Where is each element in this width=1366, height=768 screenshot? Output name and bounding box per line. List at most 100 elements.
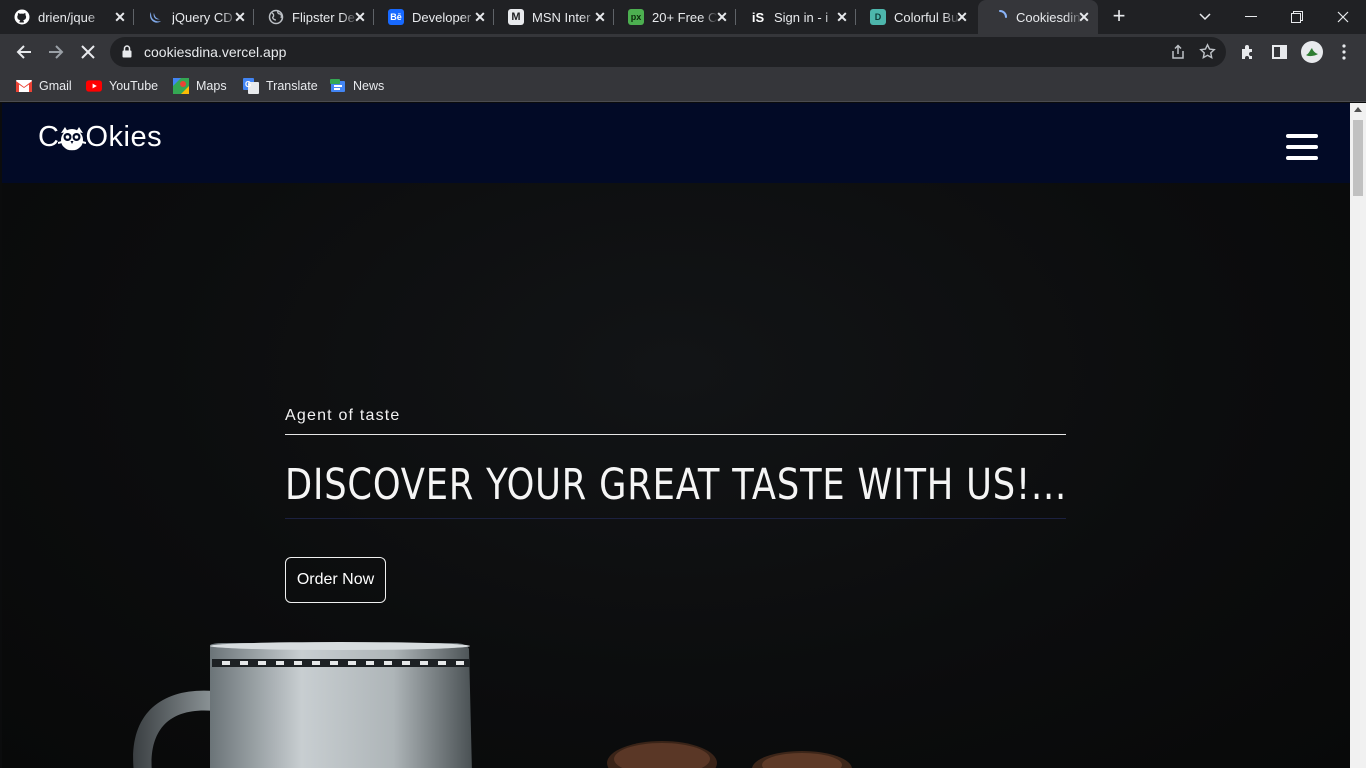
side-panel-icon (1271, 45, 1287, 59)
tab-colorful[interactable]: D Colorful Bu ✕ (856, 0, 976, 34)
chevron-down-icon (1199, 13, 1211, 21)
tab-cookiesdina[interactable]: Cookiesdin ✕ (978, 0, 1098, 34)
bookmark-news[interactable]: News (330, 76, 384, 96)
bookmark-youtube[interactable]: YouTube (86, 76, 158, 96)
minimize-icon (1245, 16, 1257, 17)
site-logo[interactable]: C Okies (38, 121, 162, 154)
tab-title: Sign in - i (774, 9, 829, 25)
bookmark-translate[interactable]: G Translate (243, 76, 318, 96)
extensions-button[interactable] (1234, 38, 1262, 66)
jquery-icon (148, 9, 164, 25)
tab-title: Colorful Bu (894, 9, 959, 25)
profile-button[interactable] (1298, 38, 1326, 66)
maps-icon (173, 78, 189, 94)
close-icon[interactable]: ✕ (472, 9, 488, 25)
minimize-button[interactable] (1228, 0, 1274, 34)
loading-icon (992, 9, 1008, 25)
bookmark-label: Maps (196, 79, 227, 93)
bookmark-gmail[interactable]: Gmail (16, 76, 72, 96)
bookmarks-bar: Gmail YouTube Maps G Translate News (0, 70, 1366, 102)
translate-icon: G (243, 78, 259, 94)
kebab-menu-icon (1342, 44, 1346, 60)
site-header: C Okies (2, 103, 1350, 183)
logo-prefix: C (38, 121, 60, 153)
window-close-button[interactable] (1320, 0, 1366, 34)
restore-button[interactable] (1274, 0, 1320, 34)
restore-icon (1291, 11, 1303, 23)
tab-msn[interactable]: M MSN Inter ✕ (494, 0, 614, 34)
bookmark-label: YouTube (109, 79, 159, 93)
logo-suffix: Okies (85, 121, 163, 153)
tab-title: Flipster De (292, 9, 355, 25)
puzzle-icon (1242, 45, 1252, 59)
stop-button[interactable] (74, 38, 102, 66)
stop-icon (81, 45, 95, 59)
tab-jquery[interactable]: jQuery CD ✕ (134, 0, 254, 34)
tab-title: Developer (412, 9, 472, 25)
close-icon[interactable]: ✕ (954, 9, 970, 25)
close-icon[interactable]: ✕ (232, 9, 248, 25)
tab-behance[interactable]: Bē Developer ✕ (374, 0, 494, 34)
close-icon[interactable]: ✕ (592, 9, 608, 25)
close-icon[interactable]: ✕ (352, 9, 368, 25)
tab-title: MSN Inter (532, 9, 591, 25)
divider (285, 434, 1066, 435)
gmail-icon (16, 78, 32, 94)
tab-search-button[interactable] (1182, 0, 1228, 34)
tab-title: drien/jque (38, 9, 96, 25)
close-icon[interactable]: ✕ (834, 9, 850, 25)
tab-px[interactable]: px 20+ Free C ✕ (614, 0, 736, 34)
hamburger-menu-icon[interactable] (1286, 134, 1318, 160)
bookmark-label: Translate (266, 79, 318, 93)
coffee-mug-image (133, 642, 472, 768)
px-icon: px (628, 9, 644, 25)
url-text[interactable]: cookiesdina.vercel.app (144, 44, 286, 60)
page-scrollbar[interactable] (1350, 103, 1366, 768)
arrow-left-icon (16, 45, 31, 59)
cookies-image (607, 741, 852, 768)
star-icon[interactable] (1199, 43, 1216, 65)
msn-icon: M (508, 9, 524, 25)
d-icon: D (870, 9, 886, 25)
page-viewport: C Okies Agent of taste DISCOVER YOUR GRE… (2, 103, 1350, 768)
address-bar[interactable]: cookiesdina.vercel.app (110, 37, 1226, 67)
browser-toolbar: cookiesdina.vercel.app (0, 34, 1366, 70)
bookmark-maps[interactable]: Maps (173, 76, 227, 96)
behance-icon: Bē (388, 9, 404, 25)
scroll-up-arrow-icon[interactable] (1354, 107, 1362, 112)
news-icon (330, 78, 346, 94)
owl-icon (58, 123, 87, 153)
hero-kicker: Agent of taste (285, 407, 401, 424)
close-icon (1337, 11, 1349, 23)
lock-icon[interactable] (122, 45, 132, 63)
svg-text:G: G (245, 80, 251, 89)
forward-button[interactable] (42, 38, 70, 66)
tab-flipster[interactable]: Flipster De ✕ (254, 0, 374, 34)
scrollbar-thumb[interactable] (1353, 120, 1363, 196)
tab-title: Cookiesdin (1016, 9, 1081, 25)
avatar (1301, 41, 1323, 63)
new-tab-button[interactable]: + (1106, 5, 1132, 29)
tab-title: jQuery CD (172, 9, 233, 25)
tab-signin[interactable]: iS Sign in - i ✕ (736, 0, 856, 34)
arrow-right-icon (49, 45, 64, 59)
order-now-button[interactable]: Order Now (285, 557, 386, 603)
bookmark-label: Gmail (39, 79, 72, 93)
share-icon[interactable] (1170, 44, 1186, 65)
divider (285, 518, 1066, 519)
close-icon[interactable]: ✕ (714, 9, 730, 25)
hero-section: Agent of taste DISCOVER YOUR GREAT TASTE… (285, 407, 1068, 603)
github-icon (14, 9, 30, 25)
is-icon: iS (751, 9, 765, 25)
bookmark-label: News (353, 79, 385, 93)
menu-button[interactable] (1330, 38, 1358, 66)
side-panel-button[interactable] (1265, 38, 1293, 66)
globe-icon (268, 9, 284, 25)
youtube-icon (86, 78, 102, 94)
hero-headline: DISCOVER YOUR GREAT TASTE WITH US!... (285, 460, 1068, 510)
close-icon[interactable]: ✕ (112, 9, 128, 25)
tab-github[interactable]: drien/jque ✕ (0, 0, 134, 34)
back-button[interactable] (10, 38, 38, 66)
tab-title: 20+ Free C (652, 9, 718, 25)
close-icon[interactable]: ✕ (1076, 9, 1092, 25)
